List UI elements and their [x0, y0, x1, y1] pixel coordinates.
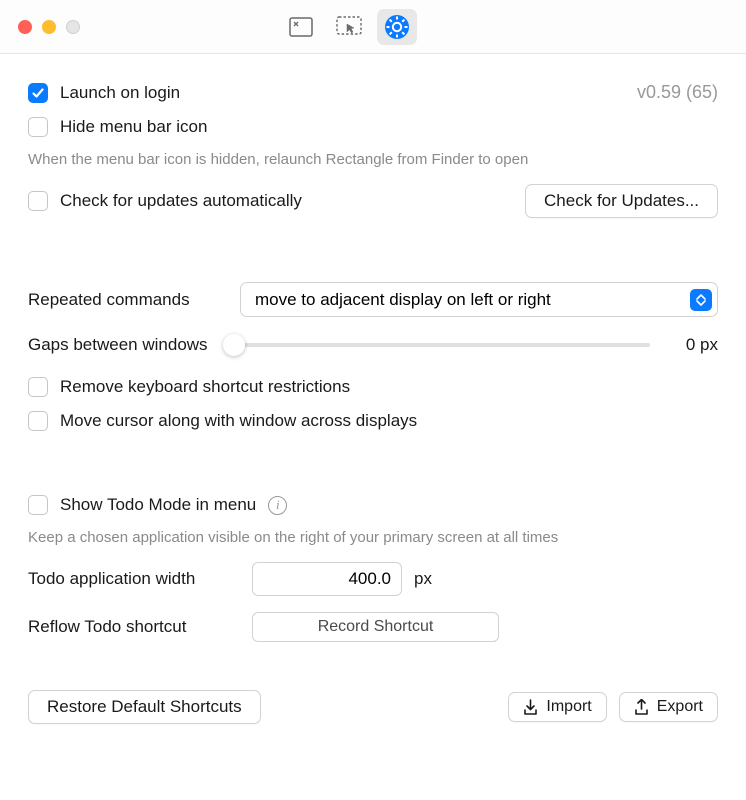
show-todo-checkbox[interactable]: [28, 495, 48, 515]
traffic-lights: [18, 20, 80, 34]
launch-on-login-checkbox[interactable]: [28, 83, 48, 103]
hide-menubar-hint: When the menu bar icon is hidden, relaun…: [28, 151, 718, 168]
cursor-icon: [336, 16, 362, 38]
tab-window-layout[interactable]: [281, 9, 321, 45]
import-label: Import: [546, 698, 591, 716]
todo-width-input[interactable]: [252, 562, 402, 596]
todo-width-unit: px: [414, 569, 432, 589]
todo-width-label: Todo application width: [28, 569, 240, 589]
export-label: Export: [657, 698, 703, 716]
move-cursor-label: Move cursor along with window across dis…: [60, 411, 417, 431]
auto-updates-label: Check for updates automatically: [60, 191, 302, 211]
remove-shortcut-restrictions-checkbox[interactable]: [28, 377, 48, 397]
gaps-label: Gaps between windows: [28, 335, 208, 355]
launch-on-login-label: Launch on login: [60, 83, 180, 103]
info-icon[interactable]: i: [268, 496, 287, 515]
repeated-commands-select[interactable]: move to adjacent display on left or righ…: [240, 282, 718, 317]
window-layout-icon: [289, 17, 313, 37]
move-cursor-checkbox[interactable]: [28, 411, 48, 431]
record-shortcut-button[interactable]: Record Shortcut: [252, 612, 499, 642]
auto-updates-checkbox[interactable]: [28, 191, 48, 211]
show-todo-label: Show Todo Mode in menu: [60, 495, 256, 515]
zoom-window-button[interactable]: [66, 20, 80, 34]
tab-cursor[interactable]: [329, 9, 369, 45]
import-button[interactable]: Import: [508, 692, 606, 722]
gear-icon: [384, 14, 410, 40]
tab-settings[interactable]: [377, 9, 417, 45]
settings-content: Launch on login v0.59 (65) Hide menu bar…: [0, 54, 746, 800]
gaps-slider[interactable]: [234, 343, 650, 347]
remove-shortcut-restrictions-label: Remove keyboard shortcut restrictions: [60, 377, 350, 397]
export-icon: [634, 699, 649, 716]
repeated-commands-select-wrap: move to adjacent display on left or righ…: [240, 282, 718, 317]
reflow-label: Reflow Todo shortcut: [28, 617, 240, 637]
slider-thumb[interactable]: [223, 334, 245, 356]
restore-defaults-button[interactable]: Restore Default Shortcuts: [28, 690, 261, 724]
gaps-value: 0 px: [676, 335, 718, 355]
minimize-window-button[interactable]: [42, 20, 56, 34]
version-label: v0.59 (65): [637, 82, 718, 103]
titlebar: [0, 0, 746, 54]
todo-hint: Keep a chosen application visible on the…: [28, 529, 718, 546]
hide-menubar-checkbox[interactable]: [28, 117, 48, 137]
export-button[interactable]: Export: [619, 692, 718, 722]
hide-menubar-label: Hide menu bar icon: [60, 117, 207, 137]
toolbar-tabs: [281, 9, 417, 45]
close-window-button[interactable]: [18, 20, 32, 34]
import-icon: [523, 699, 538, 716]
check-updates-button[interactable]: Check for Updates...: [525, 184, 718, 218]
repeated-commands-label: Repeated commands: [28, 290, 228, 310]
